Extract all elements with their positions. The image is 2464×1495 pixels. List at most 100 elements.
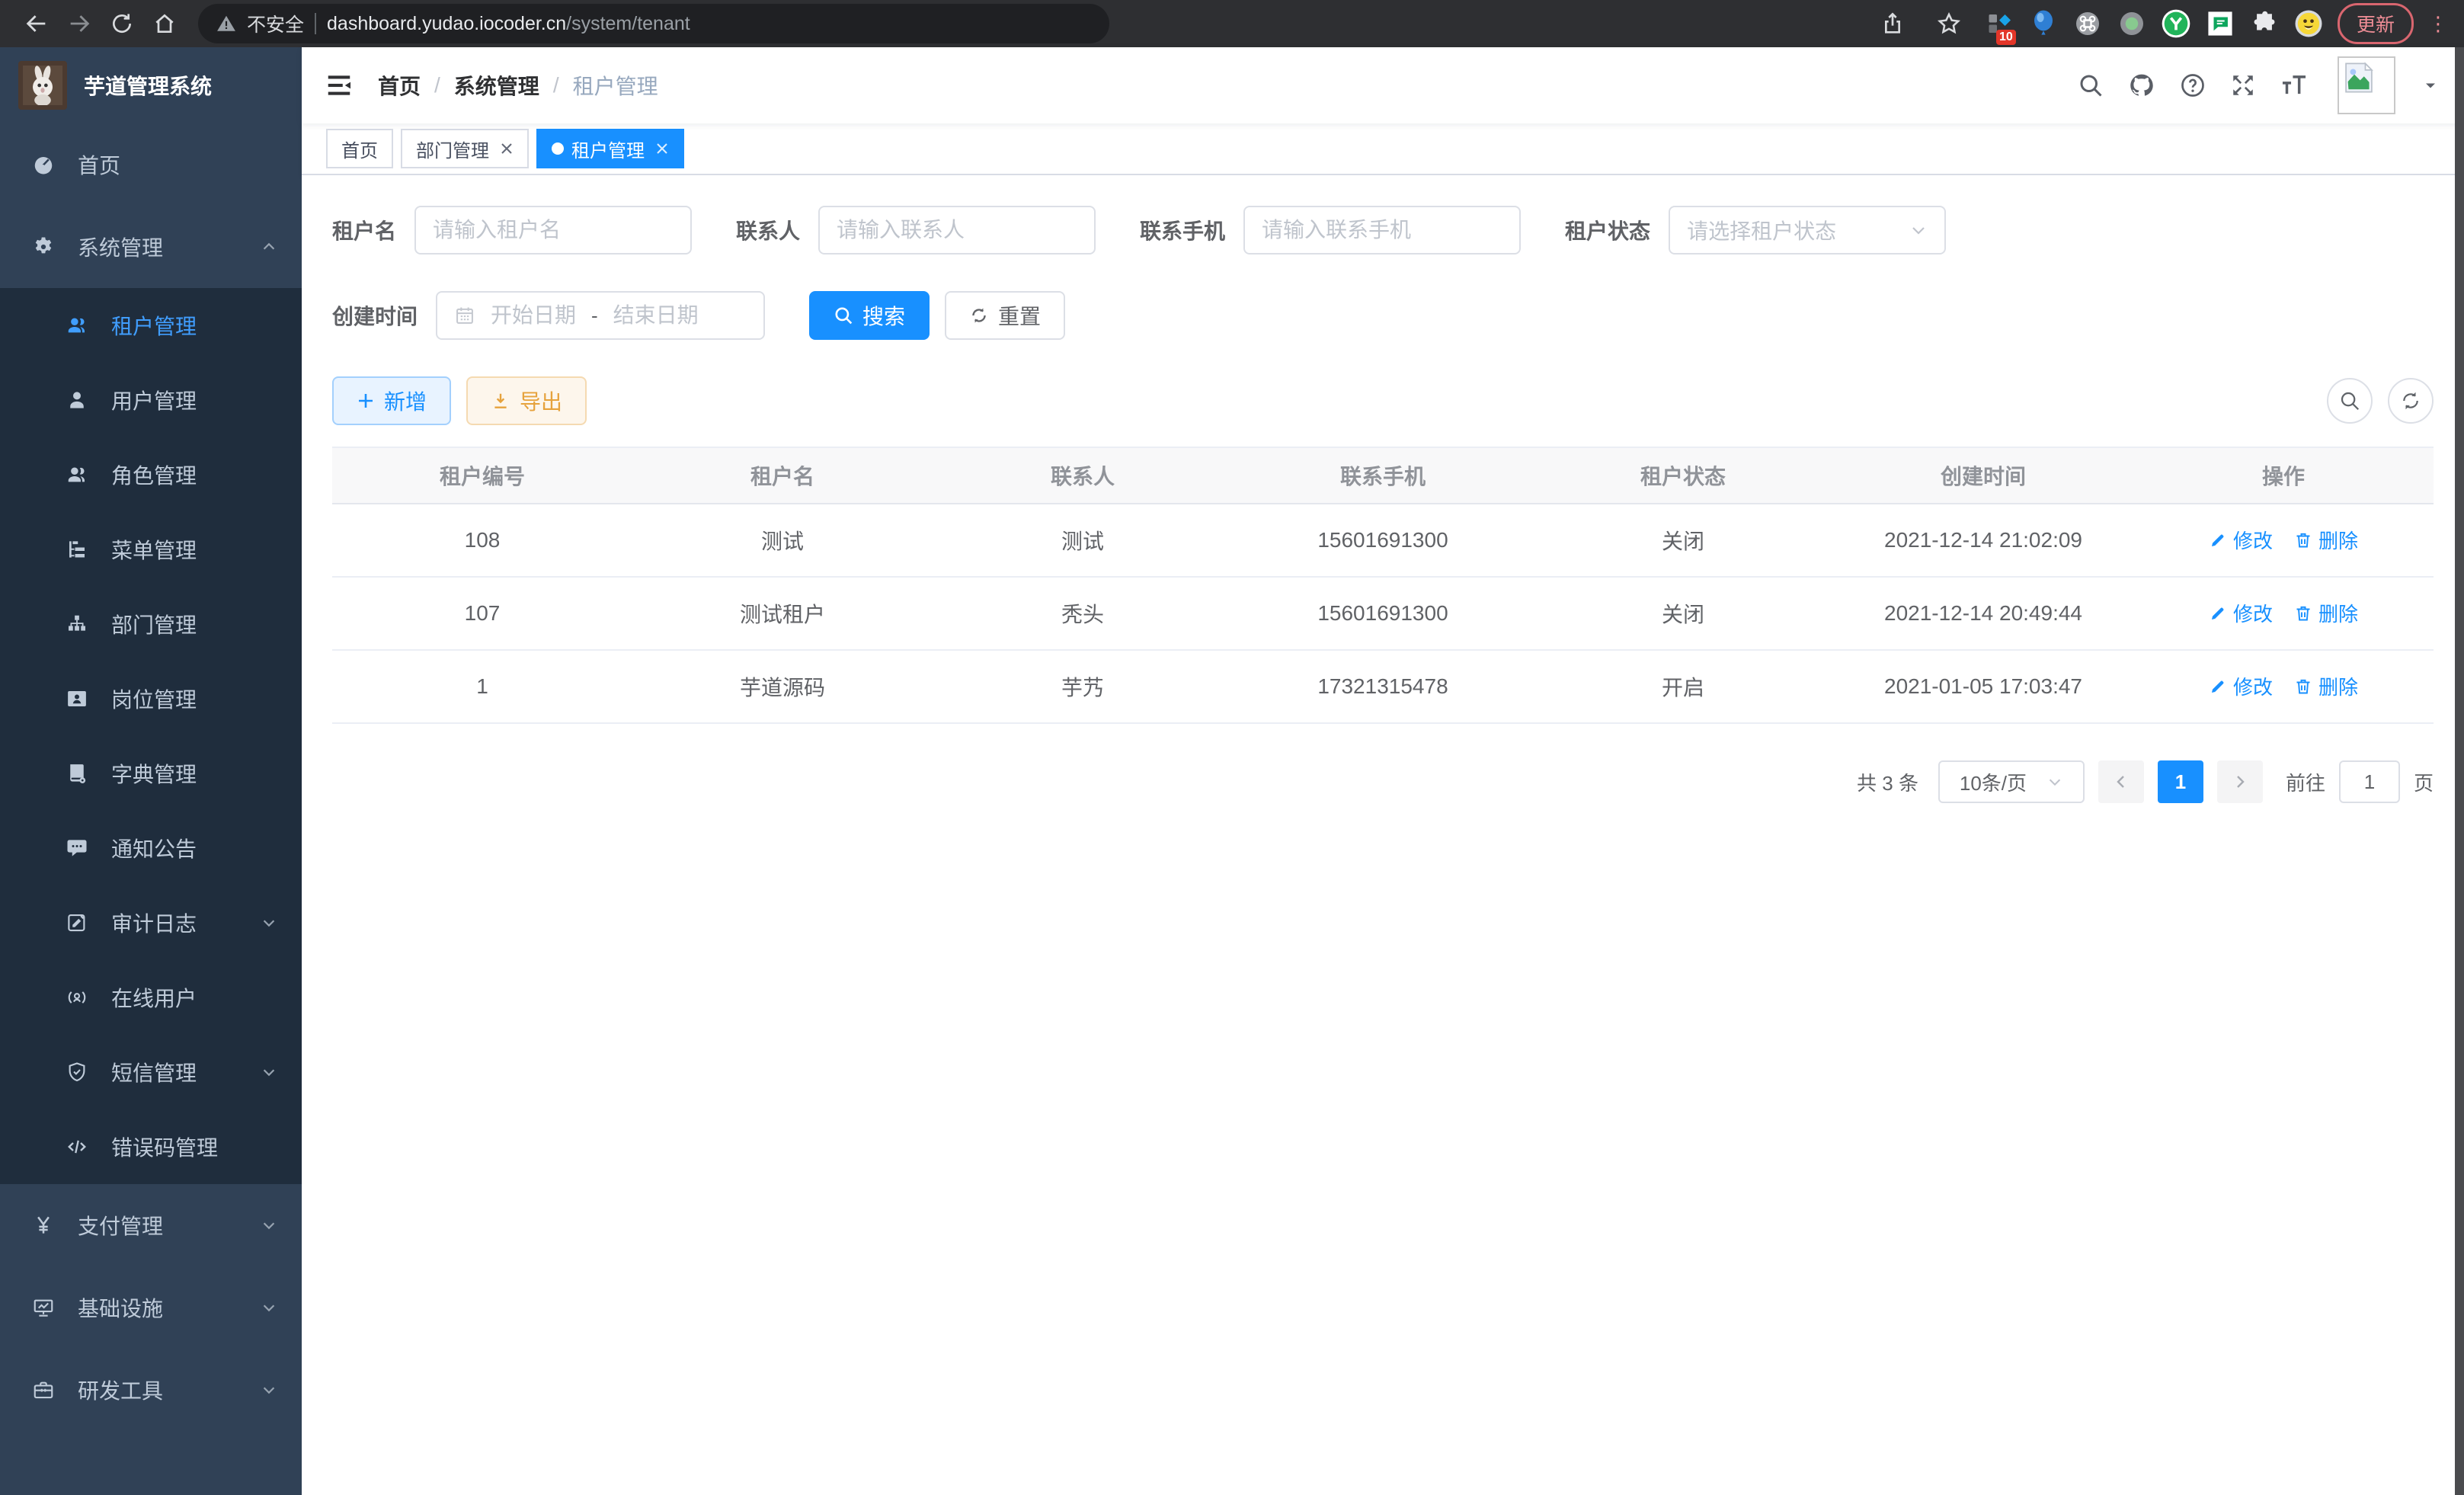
sidebar-item-error-code[interactable]: 错误码管理 xyxy=(0,1109,302,1184)
sidebar-item-sms[interactable]: 短信管理 xyxy=(0,1035,302,1109)
breadcrumb-system[interactable]: 系统管理 xyxy=(454,70,539,101)
bookmark-star-icon[interactable] xyxy=(1928,0,1970,47)
window-edge xyxy=(2455,47,2464,1495)
extensions-puzzle-icon[interactable] xyxy=(2249,8,2280,39)
chevron-down-icon xyxy=(1909,221,1928,239)
forward-icon[interactable] xyxy=(58,0,101,47)
sidebar-item-dict[interactable]: 字典管理 xyxy=(0,736,302,811)
col-tenant-id: 租户编号 xyxy=(332,447,632,504)
cell-actions: 修改删除 xyxy=(2133,650,2434,723)
plus-icon xyxy=(357,392,375,410)
delete-link[interactable]: 删除 xyxy=(2294,599,2358,627)
add-button[interactable]: 新增 xyxy=(332,376,451,425)
page-size-select[interactable]: 10条/页 xyxy=(1938,760,2085,803)
sidebar-item-role[interactable]: 角色管理 xyxy=(0,437,302,512)
browser-menu-icon[interactable]: ⋮ xyxy=(2427,12,2449,36)
share-icon[interactable] xyxy=(1871,0,1914,47)
fullscreen-icon[interactable] xyxy=(2229,72,2257,99)
sidebar-item-user[interactable]: 用户管理 xyxy=(0,363,302,437)
sidebar-item-infra[interactable]: 基础设施 xyxy=(0,1266,302,1349)
search-form-row-1: 租户名 联系人 联系手机 xyxy=(332,206,2434,255)
font-size-icon[interactable] xyxy=(2280,71,2309,100)
shield-check-icon xyxy=(66,1061,88,1084)
help-icon[interactable] xyxy=(2179,72,2206,99)
tenant-name-input[interactable] xyxy=(433,218,674,242)
refresh-icon xyxy=(969,306,989,325)
cell-mobile: 17321315478 xyxy=(1233,650,1533,723)
next-page-button[interactable] xyxy=(2217,760,2263,803)
contact-input[interactable] xyxy=(837,218,1077,242)
extension-chat-icon[interactable] xyxy=(2205,8,2235,39)
chevron-up-icon xyxy=(261,238,277,255)
close-icon[interactable] xyxy=(655,142,669,155)
goto-page-input[interactable] xyxy=(2339,760,2400,803)
back-icon[interactable] xyxy=(15,0,58,47)
cell-status: 开启 xyxy=(1533,650,1833,723)
export-button[interactable]: 导出 xyxy=(466,376,587,425)
extension-tag-manager-icon[interactable]: 10 xyxy=(1984,8,2014,39)
avatar-caret-icon[interactable] xyxy=(2421,76,2440,94)
screen: 不安全 dashboard.yudao.iocoder.cn/system/te… xyxy=(0,0,2464,1495)
tab-home[interactable]: 首页 xyxy=(326,129,393,168)
user-avatar-broken-image[interactable] xyxy=(2338,56,2395,114)
date-start-input[interactable] xyxy=(486,303,581,328)
sidebar-item-dept[interactable]: 部门管理 xyxy=(0,587,302,661)
tab-label: 租户管理 xyxy=(571,136,645,162)
refresh-table-button[interactable] xyxy=(2388,378,2434,424)
extension-command-icon[interactable] xyxy=(2072,8,2103,39)
extension-balloon-icon[interactable] xyxy=(2028,8,2059,39)
sidebar-item-menu[interactable]: 菜单管理 xyxy=(0,512,302,587)
edit-pencil-icon xyxy=(2209,531,2227,549)
sidebar-item-notice[interactable]: 通知公告 xyxy=(0,811,302,885)
app-logo-row[interactable]: 芋道管理系统 xyxy=(0,47,302,123)
reset-button[interactable]: 重置 xyxy=(945,291,1065,340)
cell-contact: 芋艿 xyxy=(933,650,1233,723)
sidebar-item-post[interactable]: 岗位管理 xyxy=(0,661,302,736)
date-end-input[interactable] xyxy=(609,303,703,328)
url-bar[interactable]: 不安全 dashboard.yudao.iocoder.cn/system/te… xyxy=(198,4,1109,43)
search-button[interactable]: 搜索 xyxy=(809,291,930,340)
home-icon[interactable] xyxy=(143,0,186,47)
trash-icon xyxy=(2294,531,2312,549)
cell-tenant-id: 107 xyxy=(332,577,632,650)
sidebar-item-pay[interactable]: 支付管理 xyxy=(0,1184,302,1266)
extension-recorder-icon[interactable] xyxy=(2117,8,2147,39)
tab-tenant[interactable]: 租户管理 xyxy=(536,129,684,168)
status-select[interactable]: 请选择租户状态 xyxy=(1669,206,1946,255)
sidebar-toggle-icon[interactable] xyxy=(302,71,376,100)
sidebar-item-devtools[interactable]: 研发工具 xyxy=(0,1349,302,1431)
edit-pencil-icon xyxy=(2209,677,2227,696)
sidebar-item-tenant[interactable]: 租户管理 xyxy=(0,288,302,363)
delete-link[interactable]: 删除 xyxy=(2294,526,2358,554)
cell-actions: 修改删除 xyxy=(2133,504,2434,577)
sidebar-item-label: 通知公告 xyxy=(111,833,197,863)
github-icon[interactable] xyxy=(2127,71,2156,100)
chevron-right-icon xyxy=(2231,773,2249,791)
sidebar-item-system[interactable]: 系统管理 xyxy=(0,206,302,288)
reload-icon[interactable] xyxy=(101,0,143,47)
date-range-picker[interactable]: - xyxy=(436,291,765,340)
edit-link[interactable]: 修改 xyxy=(2209,526,2273,554)
create-time-label: 创建时间 xyxy=(332,300,418,331)
monitor-icon xyxy=(32,1296,55,1319)
header-search-icon[interactable] xyxy=(2077,72,2104,99)
edit-link[interactable]: 修改 xyxy=(2209,672,2273,700)
prev-page-button[interactable] xyxy=(2098,760,2144,803)
edit-link[interactable]: 修改 xyxy=(2209,599,2273,627)
page-number-1[interactable]: 1 xyxy=(2158,760,2203,803)
sidebar-item-label: 在线用户 xyxy=(111,982,197,1013)
cell-status: 关闭 xyxy=(1533,504,1833,577)
tab-label: 部门管理 xyxy=(416,136,489,162)
browser-update-button[interactable]: 更新 xyxy=(2338,3,2414,44)
extension-y-icon[interactable] xyxy=(2161,8,2191,39)
breadcrumb-home[interactable]: 首页 xyxy=(378,70,421,101)
mobile-input[interactable] xyxy=(1262,218,1502,242)
delete-link[interactable]: 删除 xyxy=(2294,672,2358,700)
sidebar-item-home[interactable]: 首页 xyxy=(0,123,302,206)
sidebar-item-online-users[interactable]: 在线用户 xyxy=(0,960,302,1035)
close-icon[interactable] xyxy=(500,142,514,155)
profile-avatar-icon[interactable] xyxy=(2293,8,2324,39)
show-search-toggle-button[interactable] xyxy=(2327,378,2373,424)
sidebar-item-audit-log[interactable]: 审计日志 xyxy=(0,885,302,960)
tab-dept[interactable]: 部门管理 xyxy=(401,129,529,168)
